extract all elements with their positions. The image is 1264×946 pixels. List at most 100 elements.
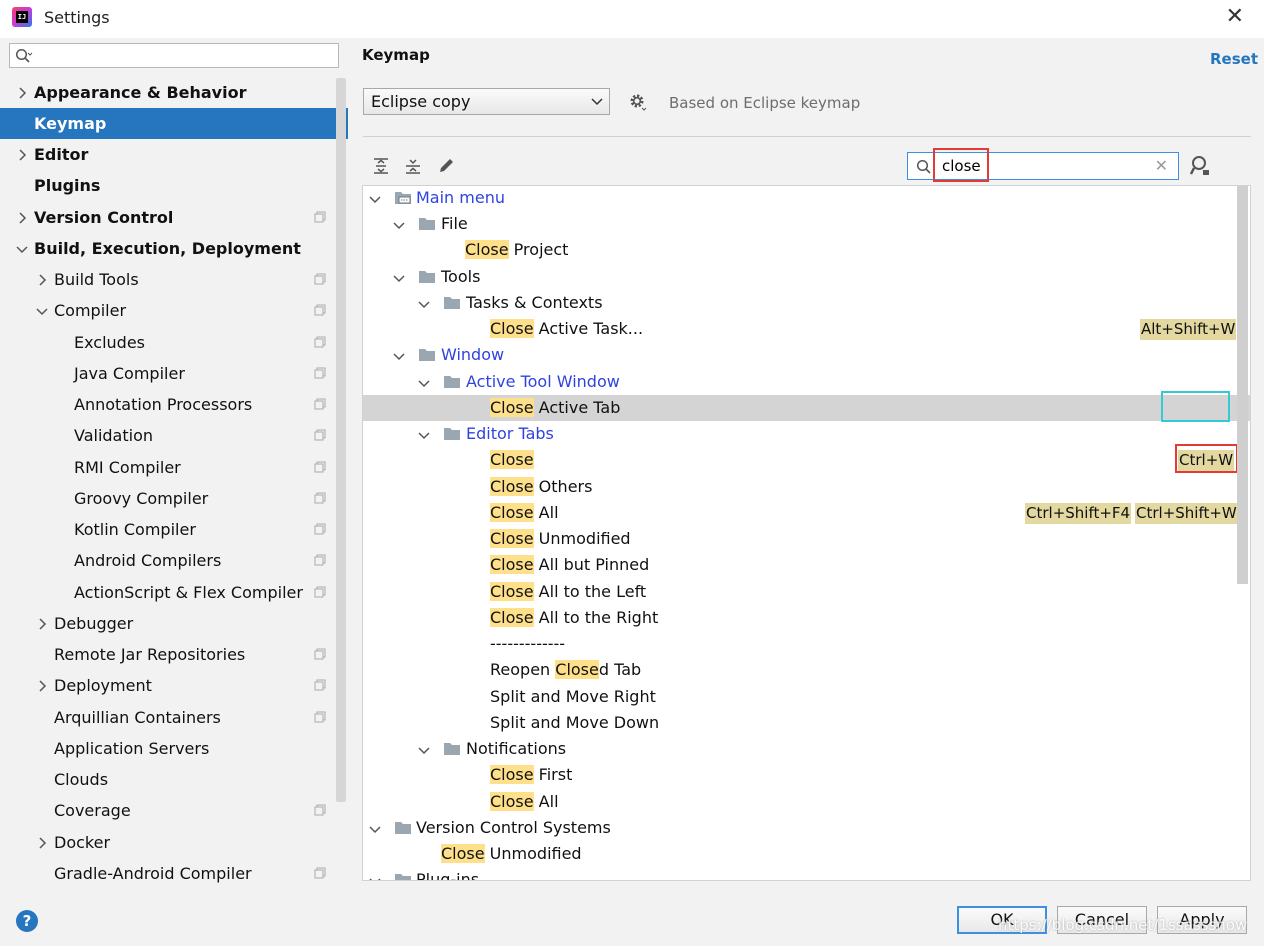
project-settings-icon [314, 523, 326, 535]
tree-action-close-active-task[interactable]: Close Active Task... Alt+Shift+W [363, 316, 1237, 342]
sidebar-item-remote-jar-repositories[interactable]: Remote Jar Repositories [0, 639, 348, 670]
based-on-label: Based on Eclipse keymap [669, 94, 861, 112]
sidebar-item-rmi-compiler[interactable]: RMI Compiler [0, 452, 348, 483]
sidebar-item-kotlin-compiler[interactable]: Kotlin Compiler [0, 514, 348, 545]
tree-node-label: Notifications [466, 739, 567, 758]
sidebar-scrollbar[interactable] [336, 78, 346, 802]
sidebar-item-label: Gradle-Android Compiler [54, 864, 252, 883]
tree-action-close-unmodified[interactable]: Close Unmodified [363, 526, 1235, 552]
folder-icon [444, 376, 460, 388]
sidebar-item-compiler[interactable]: Compiler [0, 295, 348, 326]
tree-action-close-all-notifications[interactable]: Close All [363, 789, 1235, 815]
tree-node-main-menu[interactable]: Main menu [363, 186, 1235, 211]
sidebar-item-keymap[interactable]: Keymap [0, 108, 348, 139]
project-settings-icon [314, 211, 326, 223]
sidebar-item-label: Deployment [54, 676, 152, 695]
tree-node-label: Close All to the Right [490, 608, 659, 627]
sidebar-item-gradle-android-compiler[interactable]: Gradle-Android Compiler [0, 858, 348, 889]
sidebar-item-label: Annotation Processors [74, 395, 253, 414]
tree-action-close-project[interactable]: Close Project [363, 237, 1235, 263]
gear-icon[interactable] [628, 92, 648, 112]
project-settings-icon [314, 679, 326, 691]
tree-action-close-all-right[interactable]: Close All to the Right [363, 605, 1235, 631]
tree-node-notifications[interactable]: Notifications [363, 736, 1235, 762]
chevron-right-icon [19, 87, 27, 99]
sidebar-item-label: Compiler [54, 301, 127, 320]
sidebar-item-java-compiler[interactable]: Java Compiler [0, 358, 348, 389]
tree-node-tools[interactable]: Tools [363, 264, 1235, 290]
chevron-right-icon [39, 618, 47, 630]
search-icon [15, 48, 33, 63]
sidebar-item-annotation-processors[interactable]: Annotation Processors [0, 389, 348, 420]
sidebar-item-coverage[interactable]: Coverage [0, 795, 348, 826]
tree-action-split-move-right[interactable]: Split and Move Right [363, 684, 1235, 710]
tree-action-vcs-close-unmodified[interactable]: Close Unmodified [363, 841, 1235, 867]
reset-link[interactable]: Reset [1210, 50, 1258, 68]
divider [363, 136, 1251, 137]
help-icon[interactable]: ? [16, 910, 38, 932]
clear-search-button[interactable]: ✕ [1155, 156, 1168, 175]
chevron-down-icon [393, 222, 405, 230]
tree-action-close[interactable]: Close Ctrl+W [363, 447, 1235, 473]
sidebar-item-excludes[interactable]: Excludes [0, 327, 348, 358]
chevron-down-icon [16, 246, 28, 254]
tree-node-label: ------------- [490, 634, 566, 653]
sidebar-item-application-servers[interactable]: Application Servers [0, 733, 348, 764]
tree-node-label: Close All but Pinned [490, 555, 650, 574]
tree-action-close-all[interactable]: Close All Ctrl+Shift+F4 Ctrl+Shift+W [363, 500, 1238, 526]
tree-scrollbar[interactable] [1237, 186, 1248, 584]
find-by-shortcut-icon[interactable] [1189, 155, 1211, 177]
sidebar-item-android-compilers[interactable]: Android Compilers [0, 545, 348, 576]
sidebar-item-label: Build Tools [54, 270, 139, 289]
tree-node-window[interactable]: Window [363, 342, 1235, 368]
keymap-search-box: ✕ [907, 152, 1179, 180]
collapse-all-icon[interactable] [403, 156, 423, 176]
keymap-dropdown[interactable]: Eclipse copy [363, 88, 610, 115]
tree-node-version-control-systems[interactable]: Version Control Systems [363, 815, 1235, 841]
project-settings-icon [314, 398, 326, 410]
sidebar-item-clouds[interactable]: Clouds [0, 764, 348, 795]
sidebar-item-version-control[interactable]: Version Control [0, 202, 348, 233]
tree-action-close-first[interactable]: Close First [363, 762, 1235, 788]
tree-node-plug-ins[interactable]: Plug-ins [363, 867, 1235, 880]
tree-node-active-tool-window[interactable]: Active Tool Window [363, 369, 1235, 395]
sidebar-item-build-tools[interactable]: Build Tools [0, 264, 348, 295]
keymap-search-input[interactable] [942, 156, 1142, 176]
chevron-down-icon [369, 878, 381, 880]
sidebar-item-actionscript-flex-compiler[interactable]: ActionScript & Flex Compiler [0, 577, 348, 608]
tree-action-close-others[interactable]: Close Others [363, 474, 1235, 500]
page-title: Keymap [362, 46, 430, 64]
sidebar-item-docker[interactable]: Docker [0, 827, 348, 858]
sidebar-item-appearance-behavior[interactable]: Appearance & Behavior [0, 77, 348, 108]
tree-node-file[interactable]: File [363, 211, 1235, 237]
close-window-button[interactable]: ✕ [1226, 4, 1244, 29]
tree-node-label: Close Others [490, 477, 593, 496]
sidebar-item-label: Plugins [34, 176, 101, 195]
sidebar-item-build-execution-deployment[interactable]: Build, Execution, Deployment [0, 233, 348, 264]
sidebar-item-plugins[interactable]: Plugins [0, 170, 348, 201]
sidebar-item-groovy-compiler[interactable]: Groovy Compiler [0, 483, 348, 514]
sidebar-item-deployment[interactable]: Deployment [0, 670, 348, 701]
tree-action-close-all-but-pinned[interactable]: Close All but Pinned [363, 552, 1235, 578]
tree-action-close-all-left[interactable]: Close All to the Left [363, 579, 1235, 605]
tree-action-split-move-down[interactable]: Split and Move Down [363, 710, 1235, 736]
sidebar-item-editor[interactable]: Editor [0, 139, 348, 170]
sidebar-item-validation[interactable]: Validation [0, 420, 348, 451]
tree-node-label: Close All to the Left [490, 582, 647, 601]
tree-action-reopen-closed-tab[interactable]: Reopen Closed Tab [363, 657, 1235, 683]
sidebar-item-arquillian-containers[interactable]: Arquillian Containers [0, 702, 348, 733]
tree-node-label: Close Project [465, 240, 569, 259]
sidebar-item-label: Coverage [54, 801, 131, 820]
edit-pencil-icon[interactable] [436, 156, 456, 176]
settings-search-field[interactable] [9, 43, 339, 68]
sidebar-item-debugger[interactable]: Debugger [0, 608, 348, 639]
sidebar-item-label: Build, Execution, Deployment [34, 239, 301, 258]
tree-node-label: Close All [490, 792, 559, 811]
folder-icon [444, 297, 460, 309]
expand-all-icon[interactable] [371, 156, 391, 176]
tree-node-label: Version Control Systems [416, 818, 611, 837]
folder-icon [395, 874, 411, 880]
tree-action-close-active-tab[interactable]: Close Active Tab [363, 395, 1250, 421]
tree-node-tasks-contexts[interactable]: Tasks & Contexts [363, 290, 1235, 316]
tree-node-editor-tabs[interactable]: Editor Tabs [363, 421, 1235, 447]
